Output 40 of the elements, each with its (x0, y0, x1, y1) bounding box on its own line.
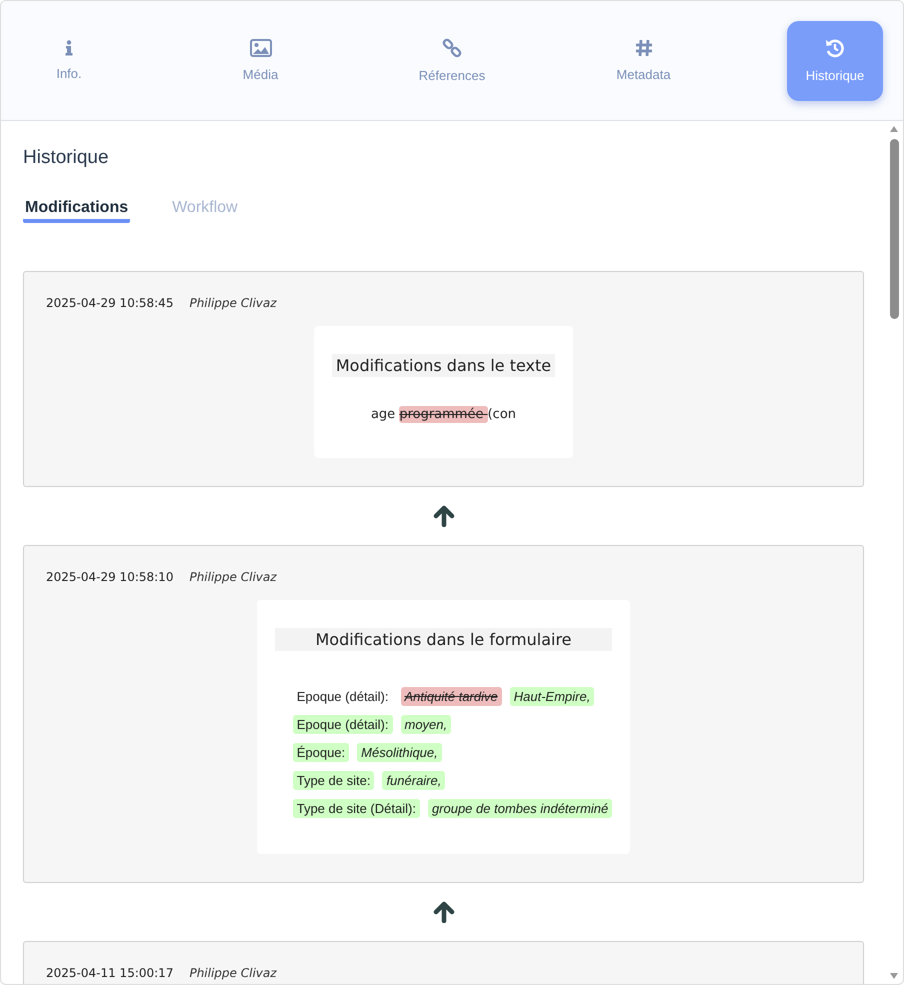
diff-text: age (370, 406, 396, 423)
panel-title: Modifications dans le texte (332, 354, 556, 377)
info-icon (65, 40, 73, 56)
field-value: moyen, (400, 715, 452, 734)
diff-text: (con (488, 406, 516, 423)
timestamp: 2025-04-29 10:58:45 (46, 296, 174, 310)
nav-tab[interactable]: Metadata (596, 20, 692, 100)
field-label: Époque: (292, 743, 350, 762)
scroll-down-icon[interactable] (890, 973, 898, 979)
panel-title: Modifications dans le formulaire (274, 628, 612, 651)
arrow-up-icon (432, 901, 454, 923)
nav-tab[interactable]: Média (212, 20, 308, 100)
timestamp: 2025-04-11 15:00:17 (46, 966, 174, 980)
field-value: Haut-Empire, (510, 687, 594, 706)
image-icon (250, 39, 272, 57)
author-name: Philippe Clivaz (189, 570, 277, 584)
scrollbar-thumb[interactable] (890, 139, 898, 319)
arrow-up-icon (432, 505, 454, 527)
field-value: Antiquité tardive (400, 687, 502, 706)
nav-tab[interactable]: Réferences (404, 20, 500, 100)
nav-tab[interactable]: Info. (21, 20, 117, 100)
scroll-up-icon[interactable] (890, 126, 898, 132)
field-label: Epoque (détail): (292, 715, 392, 734)
author-name: Philippe Clivaz (189, 966, 277, 980)
field-label: Type de site (Détail): (292, 799, 420, 818)
field-label: Type de site: (292, 771, 374, 790)
sub-tab[interactable]: Workflow (170, 199, 240, 223)
nav-tab[interactable]: Historique (787, 20, 883, 100)
history-icon (825, 38, 845, 58)
field-value: Mésolithique, (357, 743, 442, 762)
field-label: Epoque (détail): (296, 688, 390, 706)
sub-tab[interactable]: Modifications (23, 199, 130, 223)
link-icon (442, 38, 462, 58)
field-value: funéraire, (382, 771, 446, 790)
timestamp: 2025-04-29 10:58:10 (46, 570, 174, 584)
diff-text: programmée (399, 406, 488, 423)
section-heading: Historique (23, 147, 110, 169)
author-name: Philippe Clivaz (189, 296, 277, 310)
hash-icon (634, 39, 652, 57)
field-value: groupe de tombes indéterminé (428, 799, 612, 818)
